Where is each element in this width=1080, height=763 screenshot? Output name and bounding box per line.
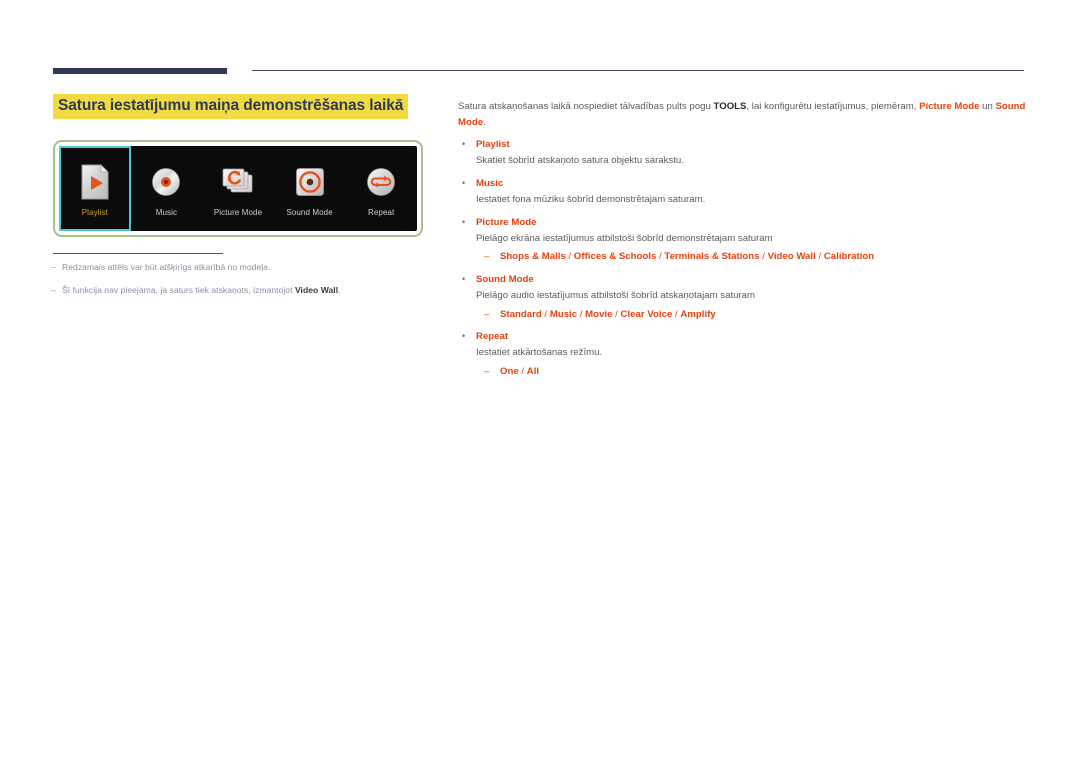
option-separator: / [815, 251, 824, 263]
bullet-marker: • [462, 330, 466, 341]
bullet-title-row: • Repeat [458, 330, 1026, 344]
bullet-options-row: – One / All [484, 365, 1026, 379]
settings-bullet-list: • Playlist Skatiet šobrīd atskaņoto satu… [458, 138, 1026, 379]
bullet-description: Iestatiet atkārtošanas režīmu. [476, 347, 603, 359]
option-value: Standard [500, 308, 542, 320]
intro-picture-mode-keyword: Picture Mode [919, 101, 980, 112]
right-column: Satura atskaņošanas laikā nospiediet tāl… [458, 99, 1026, 380]
bullet-title: Sound Mode [476, 273, 534, 285]
bullet-description: Skatiet šobrīd atskaņoto satura objektu … [476, 155, 684, 167]
bullet-title-row: • Picture Mode [458, 216, 1026, 230]
sub-marker: – [484, 308, 490, 320]
option-value: Movie [585, 308, 613, 320]
intro-part-4: . [483, 116, 486, 128]
option-value: Shops & Malls [500, 251, 566, 263]
bullet-marker: • [462, 216, 466, 227]
bullet-options-row: – Shops & Malls / Offices & Schools / Te… [484, 250, 1026, 264]
bullet-title: Repeat [476, 330, 509, 342]
left-column: Satura iestatījumu maiņa demonstrēšanas … [53, 94, 433, 119]
bullet-block-picture-mode: • Picture Mode Pielāgo ekrāna iestatījum… [458, 216, 1026, 265]
repeat-loop-icon [366, 161, 396, 203]
intro-part-1: Satura atskaņošanas laikā nospiediet tāl… [458, 101, 714, 112]
option-value: Offices & Schools [573, 251, 657, 263]
device-menu-label: Repeat [367, 207, 395, 217]
device-ui-screenshot: Playlist Music Picture Mode Sound Mode R… [53, 140, 423, 237]
playlist-page-play-icon [80, 161, 110, 203]
header-rule-thin [252, 70, 1024, 72]
bullet-marker: • [462, 139, 466, 150]
bullet-marker: • [462, 273, 466, 284]
picture-mode-refresh-panels-icon [221, 161, 255, 203]
bullet-title-row: • Music [458, 177, 1026, 191]
device-menu-item-repeat[interactable]: Repeat [345, 146, 417, 231]
bullet-block-sound-mode: • Sound Mode Pielāgo audio iestatījumus … [458, 273, 1026, 322]
footnote-text-after: . [338, 284, 341, 295]
footnote-list: – Redzamais attēls var būt atšķirīgs atk… [51, 261, 441, 307]
footnote-text-before: Šī funkcija nav pieejama, ja saturs tiek… [62, 284, 295, 295]
device-menu-bar: Playlist Music Picture Mode Sound Mode R… [59, 146, 417, 231]
footnote-item: – Redzamais attēls var būt atšķirīgs atk… [51, 261, 441, 274]
option-value: Clear Voice [620, 308, 673, 320]
footnote-dash: – [51, 262, 56, 272]
bullet-options: Standard / Music / Movie / Clear Voice /… [500, 308, 716, 322]
option-value: All [526, 365, 540, 377]
footnote-dash: – [51, 284, 56, 295]
device-menu-item-playlist[interactable]: Playlist [59, 146, 131, 231]
footnote-divider [53, 253, 223, 255]
sub-marker: – [484, 251, 490, 263]
option-value: Calibration [823, 251, 875, 263]
intro-tools-keyword: TOOLS [713, 101, 747, 112]
option-value: Amplify [680, 308, 716, 320]
device-menu-label: Playlist [81, 207, 108, 217]
bullet-marker: • [462, 177, 466, 188]
footnote-text: Redzamais attēls var būt atšķirīgs atkar… [62, 261, 270, 274]
option-separator: / [518, 365, 527, 377]
option-value: Music [549, 308, 578, 320]
device-menu-label: Sound Mode [286, 207, 333, 217]
footnote-text: Šī funkcija nav pieejama, ja saturs tiek… [62, 284, 341, 297]
page-title: Satura iestatījumu maiņa demonstrēšanas … [53, 94, 409, 119]
sub-marker: – [484, 365, 490, 377]
bullet-description: Pielāgo audio iestatījumus atbilstoši šo… [476, 290, 756, 302]
document-page: Satura iestatījumu maiņa demonstrēšanas … [0, 0, 1080, 763]
option-separator: / [759, 251, 768, 263]
bullet-block-repeat: • Repeat Iestatiet atkārtošanas režīmu. … [458, 330, 1026, 379]
bullet-block-playlist: • Playlist Skatiet šobrīd atskaņoto satu… [458, 138, 1026, 169]
device-menu-item-picture-mode[interactable]: Picture Mode [202, 146, 274, 231]
option-separator: / [612, 308, 621, 320]
device-menu-label: Picture Mode [213, 207, 263, 217]
intro-part-2: , lai konfigurētu iestatījumus, piemēram… [746, 101, 920, 112]
intro-paragraph: Satura atskaņošanas laikā nospiediet tāl… [458, 99, 1026, 130]
bullet-options-row: – Standard / Music / Movie / Clear Voice… [484, 308, 1026, 322]
sound-mode-speaker-icon [295, 161, 325, 203]
bullet-title-row: • Sound Mode [458, 273, 1026, 287]
bullet-title-row: • Playlist [458, 138, 1026, 152]
bullet-title: Music [476, 177, 504, 189]
bullet-title: Picture Mode [476, 216, 537, 228]
device-menu-item-music[interactable]: Music [131, 146, 203, 231]
device-menu-label: Music [155, 207, 178, 217]
header-rule-thick [53, 68, 227, 74]
bullet-description: Iestatiet fona mūziku šobrīd demonstrēta… [476, 194, 706, 206]
bullet-description: Pielāgo ekrāna iestatījumus atbilstoši š… [476, 233, 773, 245]
music-disc-icon [151, 161, 181, 203]
footnote-text-before: Redzamais attēls var būt atšķirīgs atkar… [62, 262, 271, 272]
intro-part-3: un [979, 101, 996, 112]
bullet-title: Playlist [476, 139, 510, 151]
bullet-block-music: • Music Iestatiet fona mūziku šobrīd dem… [458, 177, 1026, 208]
option-separator: / [577, 308, 586, 320]
option-value: Terminals & Stations [664, 251, 760, 263]
footnote-item: – Šī funkcija nav pieejama, ja saturs ti… [51, 284, 441, 297]
bullet-options: One / All [500, 365, 539, 379]
device-menu-item-sound-mode[interactable]: Sound Mode [274, 146, 346, 231]
bullet-options: Shops & Malls / Offices & Schools / Term… [500, 250, 874, 264]
option-value: One [500, 365, 519, 377]
footnote-text-bold: Video Wall [294, 284, 339, 295]
option-separator: / [541, 308, 550, 320]
option-value: Video Wall [767, 251, 816, 263]
option-separator: / [565, 251, 574, 263]
